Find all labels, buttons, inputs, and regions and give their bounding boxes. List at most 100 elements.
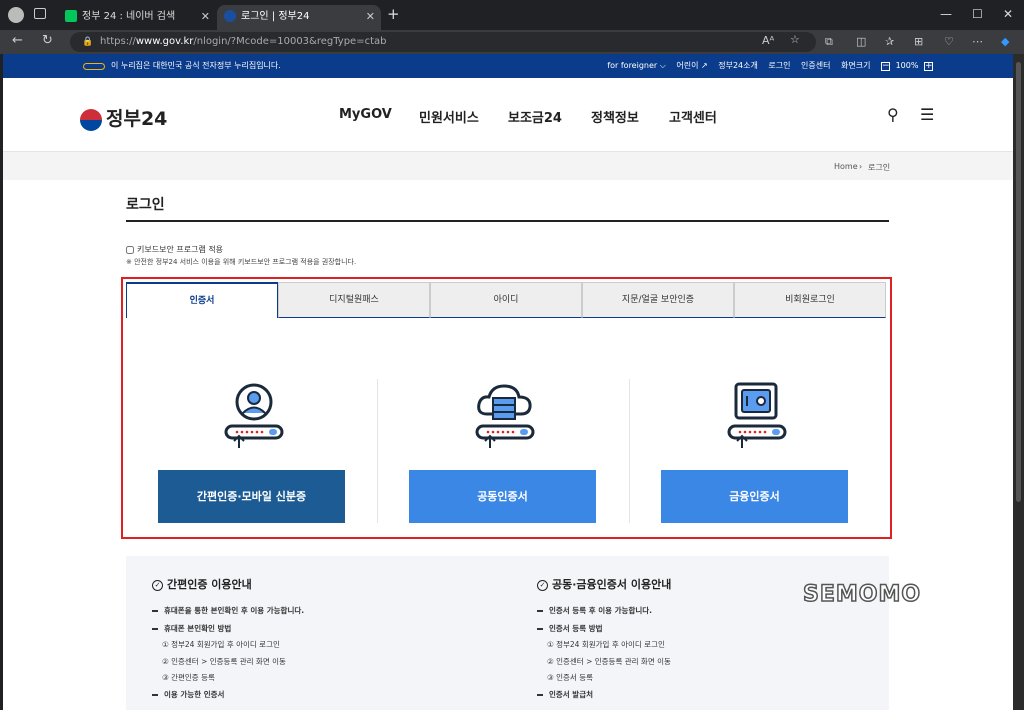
close-tab-icon[interactable]: ✕ bbox=[366, 5, 375, 28]
tab-label: 로그인 | 정부24 bbox=[241, 11, 310, 22]
menu-civil-service[interactable]: 민원서비스 bbox=[419, 107, 479, 126]
breadcrumb-separator: › bbox=[859, 162, 863, 171]
person-icon bbox=[224, 383, 284, 448]
site-header: 정부24 MyGOV 민원서비스 보조금24 정책정보 고객센터 ⚲ ☰ bbox=[3, 78, 1013, 152]
screen-size-label: 화면크기 bbox=[841, 61, 871, 70]
favorite-icon[interactable]: ☆ bbox=[790, 33, 800, 46]
taegeuk-logo-icon bbox=[80, 108, 102, 131]
simple-auth-guide-title: ✓ 간편인증 이용안내 bbox=[152, 576, 252, 592]
financial-cert-option: 금융인증서 bbox=[661, 324, 911, 529]
safe-icon bbox=[727, 382, 787, 448]
government-banner: 이 누리집은 대한민국 공식 전자정부 누리집입니다. for foreigne… bbox=[3, 54, 1013, 78]
browser-tab-naver[interactable]: 정부 24 : 네이버 검색 ✕ bbox=[58, 5, 216, 30]
guide-line: ③ 인증서 등록 bbox=[547, 673, 593, 682]
zoom-level: 100% bbox=[895, 61, 919, 70]
url-input[interactable]: 🔒 https://www.gov.kr/nlogin/?Mcode=10003… bbox=[70, 32, 816, 52]
web-page: 이 누리집은 대한민국 공식 전자정부 누리집입니다. for foreigne… bbox=[3, 54, 1013, 710]
address-bar-row: ← ↻ 🔒 https://www.gov.kr/nlogin/?Mcode=1… bbox=[0, 30, 1024, 54]
zoom-out-button[interactable]: − bbox=[881, 62, 891, 71]
menu-policy-info[interactable]: 정책정보 bbox=[591, 107, 639, 126]
minimize-icon[interactable]: — bbox=[940, 7, 952, 21]
cloud-server-icon bbox=[475, 384, 535, 448]
naver-favicon-icon bbox=[65, 10, 77, 22]
url-domain: www.gov.kr bbox=[135, 36, 194, 47]
watermark: SEMOMO bbox=[802, 581, 922, 608]
financial-certificate-button[interactable]: 금융인증서 bbox=[661, 470, 848, 523]
tab-digital-onepass[interactable]: 디지털원패스 bbox=[278, 282, 430, 318]
simple-auth-button[interactable]: 간편인증·모바일 신분증 bbox=[158, 470, 345, 523]
login-tabs: 인증서 디지털원패스 아이디 지문/얼굴 보안인증 비회원로그인 bbox=[126, 282, 886, 318]
guide-line: ② 인증센터 > 인증등록 관리 화면 이동 bbox=[547, 657, 671, 666]
menu-mygov[interactable]: MyGOV bbox=[339, 107, 392, 122]
refresh-icon[interactable]: ↻ bbox=[42, 33, 53, 48]
performance-icon[interactable]: ♡ bbox=[944, 35, 954, 48]
joint-certificate-button[interactable]: 공동인증서 bbox=[409, 470, 596, 523]
browser-tab-bar: 정부 24 : 네이버 검색 ✕ 로그인 | 정부24 ✕ + — ☐ ✕ bbox=[0, 0, 1024, 30]
tab-non-member[interactable]: 비회원로그인 bbox=[734, 282, 886, 318]
guide-title-text: 공동·금융인증서 이용안내 bbox=[552, 578, 672, 591]
split-icon[interactable]: ◫ bbox=[856, 35, 866, 48]
extensions-icon[interactable]: ⧉ bbox=[825, 35, 833, 49]
gov24-logo[interactable]: 정부24 bbox=[80, 104, 167, 131]
collections-icon[interactable]: ⊞ bbox=[914, 35, 923, 48]
login-link[interactable]: 로그인 bbox=[768, 61, 790, 70]
about-link[interactable]: 정부24소개 bbox=[718, 61, 758, 70]
keyboard-security-checkbox[interactable]: 키보드보안 프로그램 적용 bbox=[126, 244, 223, 255]
tab-biometric[interactable]: 지문/얼굴 보안인증 bbox=[582, 282, 734, 318]
government-slogan: 이 누리집은 대한민국 공식 전자정부 누리집입니다. bbox=[111, 61, 281, 70]
guide-title-text: 간편인증 이용안내 bbox=[167, 578, 252, 591]
menu-subsidy24[interactable]: 보조금24 bbox=[508, 107, 562, 126]
guide-line: 휴대폰을 통한 본인확인 후 이용 가능합니다. bbox=[152, 605, 304, 616]
checkbox-label: 키보드보안 프로그램 적용 bbox=[137, 245, 224, 254]
tab-label: 정부 24 : 네이버 검색 bbox=[82, 11, 176, 22]
simple-auth-option: 간편인증·모바일 신분증 bbox=[158, 324, 408, 529]
lock-icon: 🔒 bbox=[82, 37, 94, 47]
for-foreigner-link[interactable]: for foreigner ⌵ bbox=[607, 61, 665, 70]
government-emblem-icon bbox=[83, 63, 105, 70]
guide-line: 휴대폰 본인확인 방법 bbox=[152, 623, 231, 634]
cert-center-link[interactable]: 인증센터 bbox=[801, 61, 830, 70]
guide-line: 인증서 등록 후 이용 가능합니다. bbox=[537, 605, 652, 616]
breadcrumb-home[interactable]: Home bbox=[834, 162, 858, 171]
favorites-icon[interactable]: ✰ bbox=[885, 35, 894, 48]
breadcrumb-current: 로그인 bbox=[868, 163, 891, 172]
menu-customer-center[interactable]: 고객센터 bbox=[669, 107, 717, 126]
utility-links: for foreigner ⌵ 어린이 ↗ 정부24소개 로그인 인증센터 화면… bbox=[599, 54, 933, 78]
scrollbar-thumb[interactable] bbox=[1016, 62, 1021, 502]
guide-line: ① 정부24 회원가입 후 아이디 로그인 bbox=[162, 640, 280, 649]
back-icon[interactable]: ← bbox=[12, 33, 23, 48]
info-panel: ✓ 간편인증 이용안내 휴대폰을 통한 본인확인 후 이용 가능합니다. 휴대폰 … bbox=[126, 556, 889, 710]
close-tab-icon[interactable]: ✕ bbox=[201, 5, 210, 28]
close-window-icon[interactable]: ✕ bbox=[1003, 7, 1013, 21]
page-title: 로그인 bbox=[126, 197, 165, 213]
keyboard-security-check[interactable] bbox=[126, 245, 134, 254]
kids-link[interactable]: 어린이 ↗ bbox=[676, 61, 707, 70]
guide-line: ③ 간편인증 등록 bbox=[162, 673, 215, 682]
page-scrollbar[interactable] bbox=[1013, 54, 1024, 710]
tab-actions-icon[interactable] bbox=[34, 8, 46, 19]
new-tab-icon[interactable]: + bbox=[387, 5, 400, 23]
tab-certificate[interactable]: 인증서 bbox=[126, 282, 278, 318]
tab-id[interactable]: 아이디 bbox=[430, 282, 582, 318]
read-aloud-icon[interactable]: Aᴬ bbox=[762, 34, 774, 47]
search-icon[interactable]: ⚲ bbox=[887, 105, 899, 124]
gov24-favicon-icon bbox=[224, 10, 236, 22]
guide-line: ① 정부24 회원가입 후 아이디 로그인 bbox=[547, 640, 665, 649]
zoom-in-button[interactable]: + bbox=[924, 62, 933, 71]
check-circle-icon: ✓ bbox=[152, 579, 163, 591]
url-path: /nlogin/?Mcode=10003&regType=ctab bbox=[193, 36, 387, 47]
joint-cert-option: 공동인증서 bbox=[409, 324, 659, 529]
guide-line: ② 인증센터 > 인증등록 관리 화면 이동 bbox=[162, 657, 286, 666]
browser-tab-login[interactable]: 로그인 | 정부24 ✕ bbox=[217, 5, 381, 30]
more-icon[interactable]: ⋯ bbox=[972, 35, 983, 48]
url-prefix: https:// bbox=[100, 36, 136, 47]
guide-line: 이용 가능한 인증서 bbox=[152, 689, 224, 700]
profile-avatar[interactable] bbox=[8, 7, 24, 23]
hamburger-menu-icon[interactable]: ☰ bbox=[920, 105, 934, 124]
copilot-icon[interactable]: ◆ bbox=[1001, 35, 1009, 48]
cert-guide-title: ✓ 공동·금융인증서 이용안내 bbox=[537, 576, 671, 592]
check-circle-icon: ✓ bbox=[537, 579, 548, 591]
guide-line: 인증서 발급처 bbox=[537, 689, 593, 700]
logo-text: 정부24 bbox=[106, 108, 168, 130]
maximize-icon[interactable]: ☐ bbox=[972, 7, 983, 21]
